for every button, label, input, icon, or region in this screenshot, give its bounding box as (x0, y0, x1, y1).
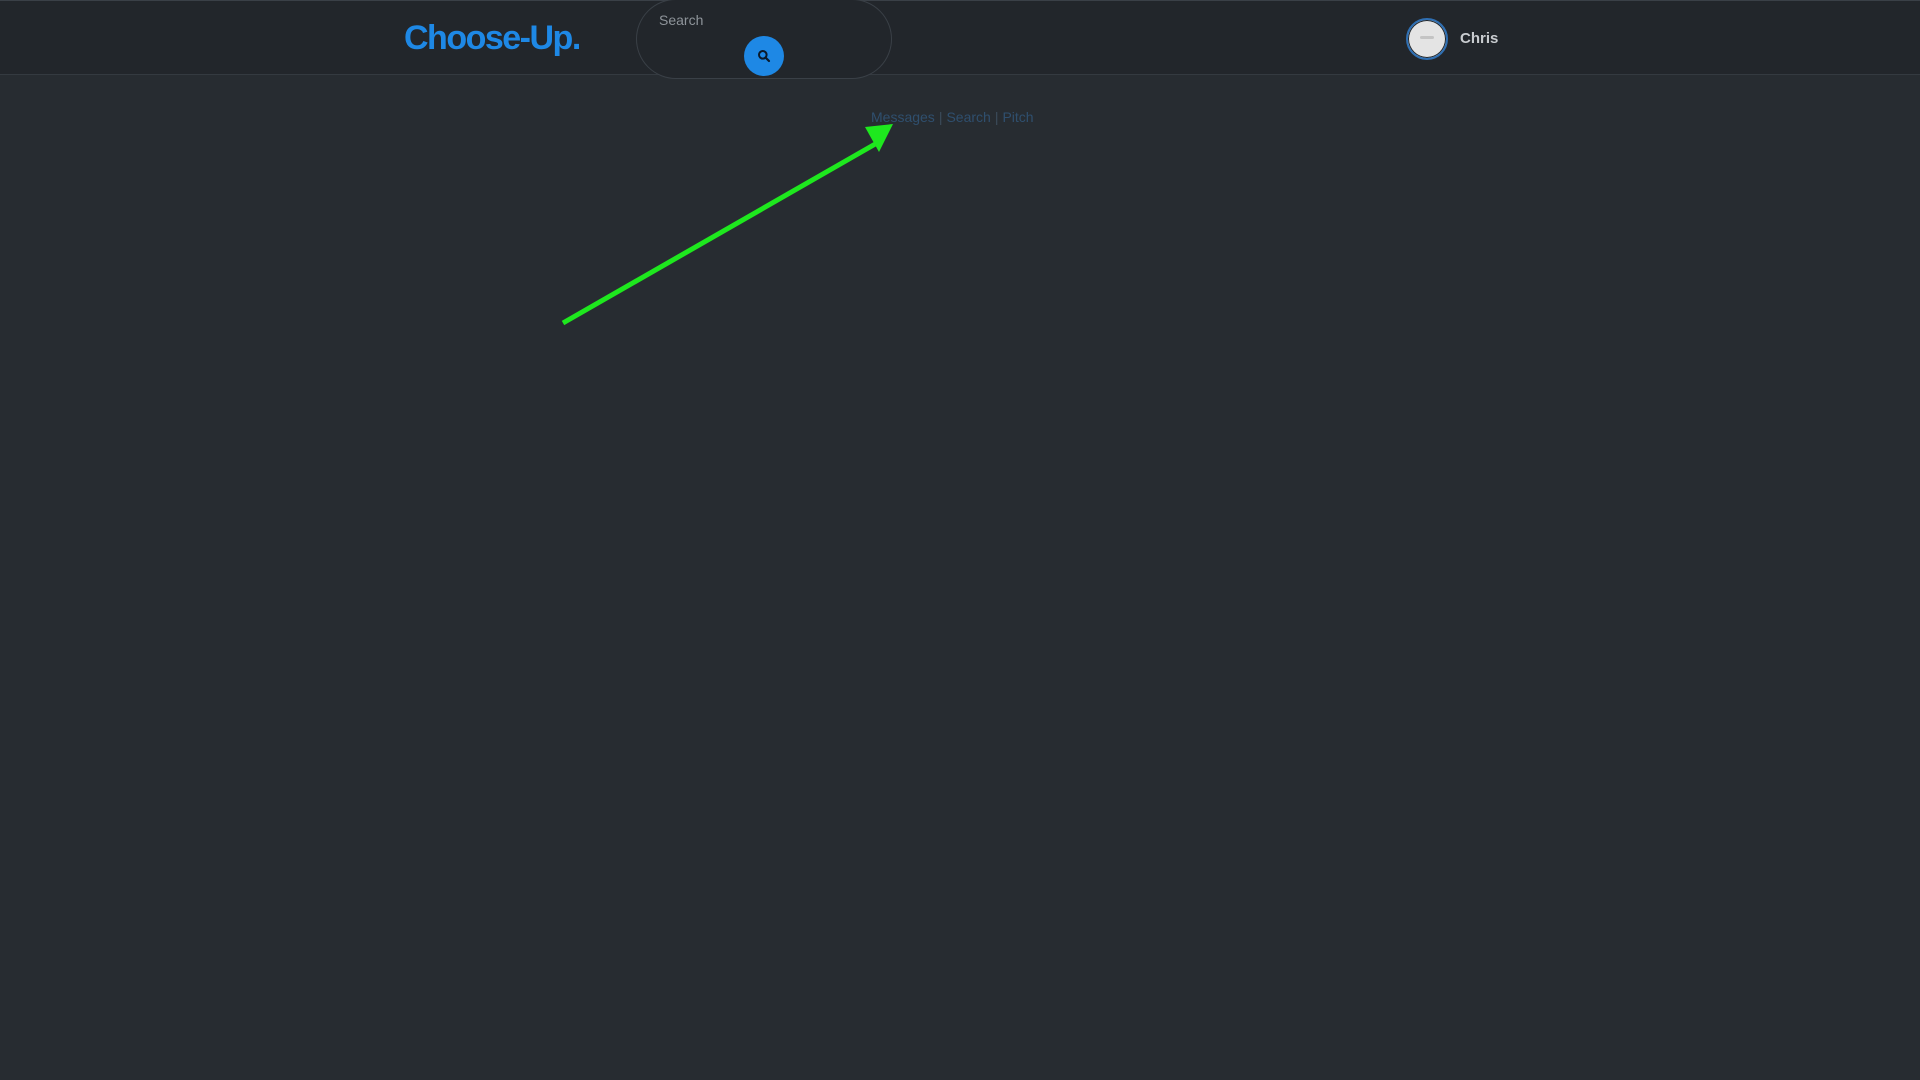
annotation-arrow (561, 124, 893, 326)
user-avatar[interactable] (1406, 18, 1448, 60)
nav-separator: | (994, 109, 999, 125)
top-navigation-bar: Choose-Up. Chris (0, 0, 1920, 79)
nav-separator: | (938, 109, 943, 125)
annotation-arrow-head (865, 124, 893, 152)
search-input[interactable] (659, 10, 859, 30)
avatar-placeholder-icon (1420, 36, 1434, 39)
brand-logo[interactable]: Choose-Up. (404, 17, 581, 59)
nav-link-messages[interactable]: Messages (871, 109, 935, 125)
search-icon (758, 50, 771, 63)
page-nav-links: Messages | Search | Pitch (871, 108, 1034, 126)
annotation-arrow-shaft (561, 140, 879, 326)
search-box (636, 0, 892, 79)
user-name[interactable]: Chris (1460, 30, 1498, 48)
search-button[interactable] (744, 36, 784, 76)
nav-link-search[interactable]: Search (946, 109, 990, 125)
nav-link-pitch[interactable]: Pitch (1002, 109, 1033, 125)
